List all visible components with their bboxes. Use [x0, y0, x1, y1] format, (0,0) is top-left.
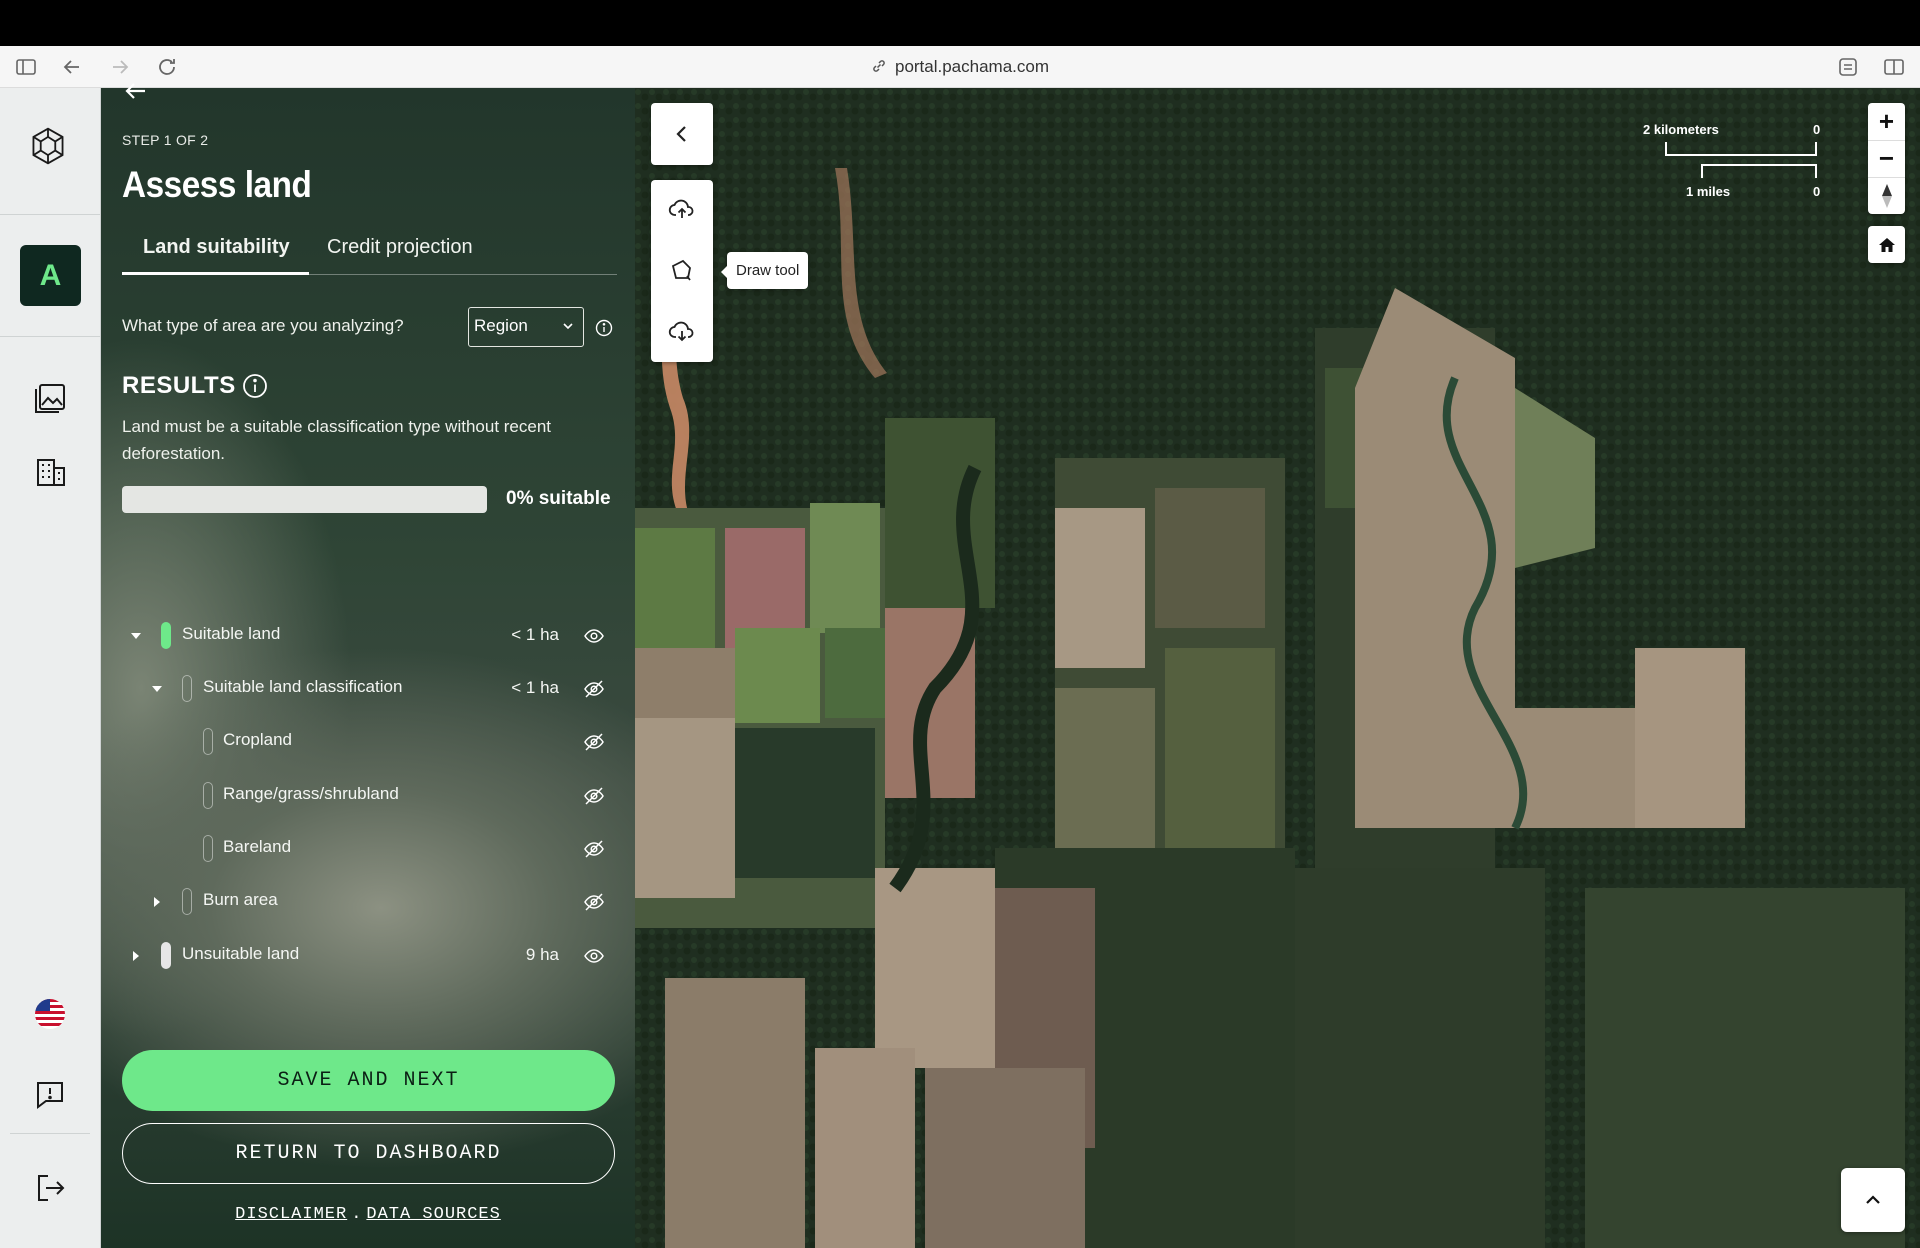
zoom-in-button[interactable]: +	[1868, 103, 1905, 140]
suitability-percent-label: 0% suitable	[506, 488, 611, 509]
eye-off-icon[interactable]	[583, 731, 605, 753]
area-type-select-value: Region	[474, 316, 528, 335]
left-rail: A	[0, 88, 101, 1248]
legend-label: Suitable land classification	[203, 677, 403, 696]
map-scale: 2 kilometers 0 1 miles 0	[1615, 122, 1845, 202]
eye-icon[interactable]	[583, 625, 605, 647]
save-and-next-button[interactable]: SAVE AND NEXT	[122, 1050, 615, 1111]
legend-swatch	[161, 942, 171, 969]
download-icon[interactable]	[651, 302, 713, 362]
legend-swatch	[182, 888, 192, 915]
map-tools-group	[651, 180, 713, 362]
info-icon[interactable]	[595, 319, 613, 337]
legend-value: 9 ha	[525, 945, 559, 964]
scale-km-zero: 0	[1813, 122, 1821, 137]
legend-label: Range/grass/shrubland	[223, 784, 399, 803]
results-heading: RESULTS	[122, 372, 236, 399]
link-icon	[873, 60, 885, 72]
legend-swatch	[161, 622, 171, 649]
collapse-panel-button[interactable]	[651, 103, 713, 165]
tab-credit-projection[interactable]: Credit projection	[327, 236, 473, 259]
legend-value: < 1 ha	[511, 625, 559, 644]
chevron-down-icon	[563, 323, 573, 330]
home-icon	[1878, 237, 1895, 252]
eye-off-icon[interactable]	[583, 678, 605, 700]
upload-icon[interactable]	[651, 180, 713, 240]
scale-km-label: 2 kilometers	[1643, 122, 1719, 137]
satellite-imagery	[635, 88, 1920, 1248]
logout-icon[interactable]	[30, 1168, 70, 1208]
results-description: Land must be a suitable classification t…	[122, 417, 552, 463]
legend-swatch	[182, 675, 192, 702]
back-arrow-icon[interactable]	[123, 78, 149, 104]
os-top-bar	[0, 0, 1920, 46]
legend-row-suitable-land[interactable]: Suitable land < 1 ha	[101, 616, 635, 656]
feedback-icon[interactable]	[30, 1075, 70, 1115]
caret-right-icon[interactable]	[149, 894, 165, 910]
legend-label: Suitable land	[182, 624, 281, 643]
expand-button[interactable]	[1841, 1168, 1905, 1232]
legend-row-cropland[interactable]: Cropland	[101, 722, 635, 762]
legend-label: Bareland	[223, 837, 292, 856]
split-view-icon[interactable]	[1882, 55, 1906, 79]
chevron-left-icon[interactable]	[651, 104, 713, 164]
step-indicator: STEP 1 OF 2	[122, 132, 209, 148]
footer-links: DISCLAIMER. DATA SOURCES	[101, 1205, 635, 1224]
chevron-up-icon	[1866, 1195, 1880, 1204]
legend-row-unsuitable-land[interactable]: Unsuitable land 9 ha	[101, 936, 635, 976]
disclaimer-link[interactable]: DISCLAIMER	[235, 1205, 347, 1224]
tab-land-suitability[interactable]: Land suitability	[143, 236, 290, 259]
return-to-dashboard-button[interactable]: RETURN TO DASHBOARD	[122, 1123, 615, 1184]
eye-off-icon[interactable]	[583, 785, 605, 807]
legend-swatch	[203, 835, 213, 862]
compass-button[interactable]	[1868, 177, 1905, 214]
url-text: portal.pachama.com	[894, 57, 1050, 76]
address-bar[interactable]: portal.pachama.com	[0, 57, 1920, 77]
legend-label: Unsuitable land	[182, 944, 300, 963]
eye-off-icon[interactable]	[583, 891, 605, 913]
area-type-question: What type of area are you analyzing?	[122, 316, 404, 335]
compass-icon	[1881, 183, 1892, 208]
legend-label: Burn area	[203, 890, 278, 909]
zoom-controls: + −	[1868, 103, 1905, 214]
buildings-icon[interactable]	[30, 452, 70, 492]
eye-icon[interactable]	[583, 945, 605, 967]
caret-right-icon[interactable]	[128, 948, 144, 964]
assess-land-panel: STEP 1 OF 2 Assess land Land suitability…	[101, 83, 635, 1248]
data-sources-link[interactable]: DATA SOURCES	[366, 1205, 500, 1224]
us-flag-icon[interactable]	[30, 994, 70, 1034]
results-info-icon[interactable]	[242, 373, 268, 399]
draw-tool-icon[interactable]	[651, 241, 713, 301]
legend-swatch	[203, 782, 213, 809]
page-title: Assess land	[122, 164, 312, 205]
legend-row-burn-area[interactable]: Burn area	[101, 882, 635, 922]
active-tab-indicator	[122, 272, 309, 275]
suitability-progress-bar	[122, 486, 487, 513]
legend-swatch	[203, 728, 213, 755]
draw-tool-tooltip: Draw tool	[720, 252, 809, 289]
home-button[interactable]	[1868, 226, 1905, 263]
gallery-icon[interactable]	[30, 378, 70, 418]
scale-mi-label: 1 miles	[1686, 184, 1731, 199]
zoom-out-button[interactable]: −	[1868, 140, 1905, 177]
legend-value: < 1 ha	[511, 678, 559, 697]
pachama-logo-icon[interactable]	[28, 126, 72, 170]
eye-off-icon[interactable]	[583, 838, 605, 860]
legend-row-suitable-land-classification[interactable]: Suitable land classification < 1 ha	[101, 669, 635, 709]
legend-row-bareland[interactable]: Bareland	[101, 829, 635, 869]
browser-toolbar: portal.pachama.com	[0, 46, 1920, 88]
footer-separator: .	[351, 1205, 363, 1224]
legend-label: Cropland	[223, 730, 292, 749]
scale-mi-zero: 0	[1813, 184, 1821, 199]
caret-down-icon[interactable]	[149, 681, 165, 697]
legend-row-range-grass-shrubland[interactable]: Range/grass/shrubland	[101, 776, 635, 816]
extensions-icon[interactable]	[1836, 55, 1860, 79]
satellite-map[interactable]: Draw tool 2 kilometers 0 1 miles 0 + −	[635, 88, 1920, 1248]
area-type-select[interactable]: Region	[468, 307, 584, 347]
caret-down-icon[interactable]	[128, 628, 144, 644]
avatar[interactable]: A	[20, 245, 81, 306]
